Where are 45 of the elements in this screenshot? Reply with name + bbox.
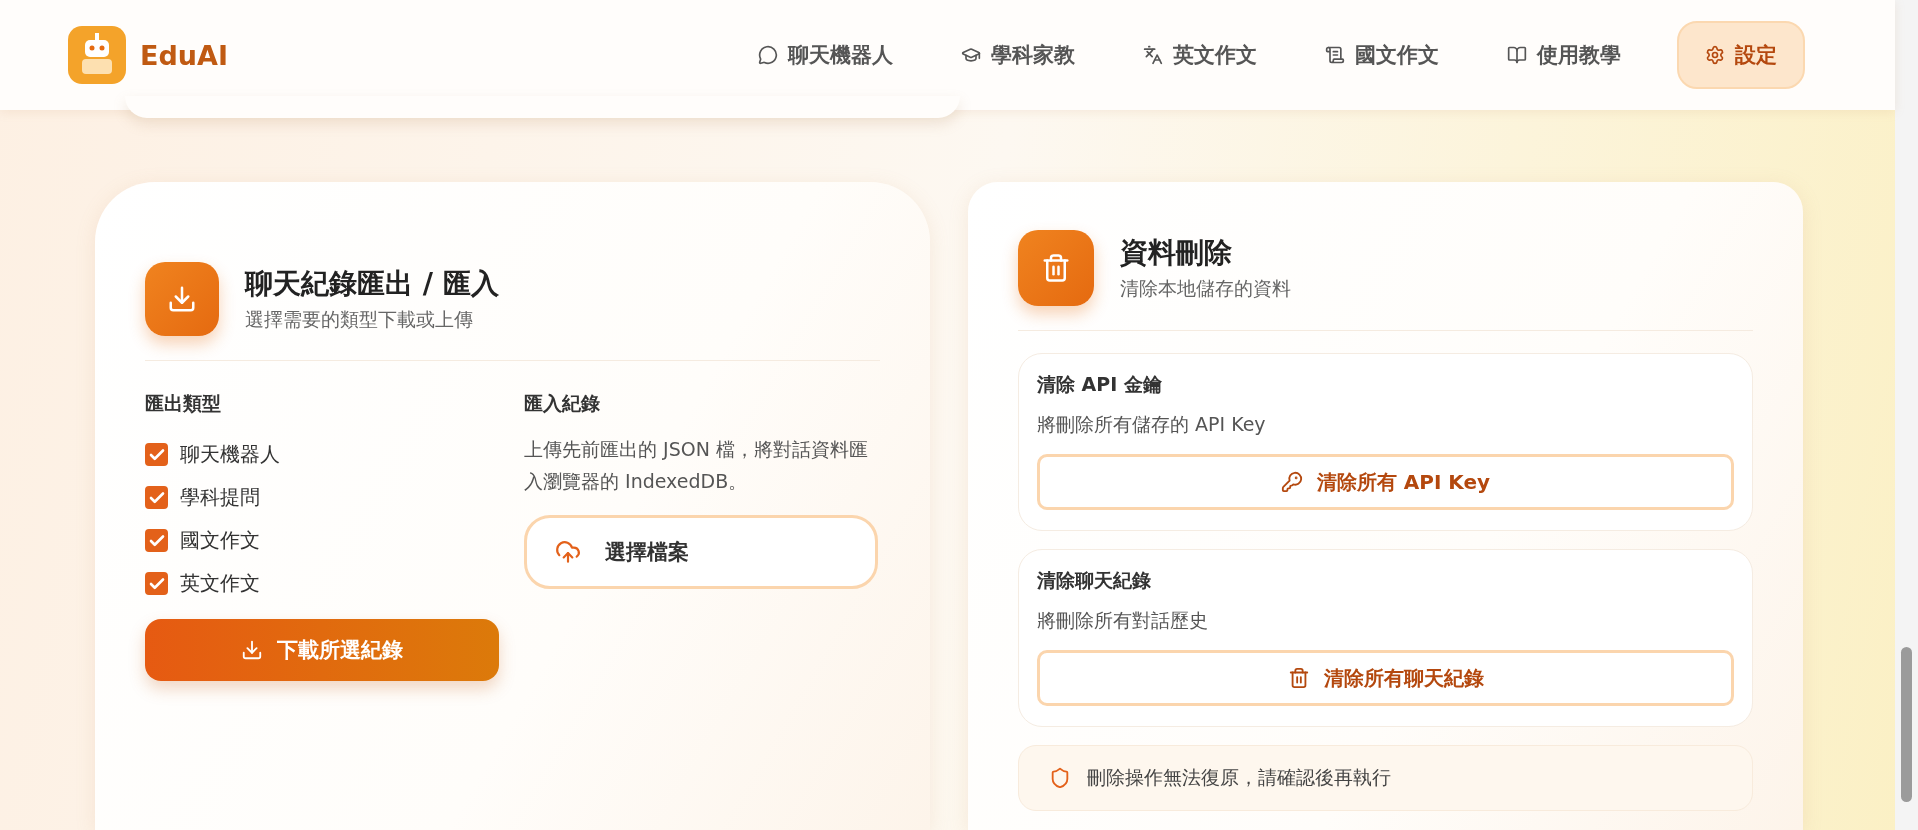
shield-icon (1049, 767, 1071, 789)
nav-tab[interactable]: 學科家教 (949, 21, 1087, 89)
brand-name: EduAI (140, 39, 228, 71)
cloud-upload-icon (555, 539, 581, 565)
clear-button[interactable]: 清除所有聊天紀錄 (1037, 650, 1734, 706)
checkbox-label: 英文作文 (180, 570, 260, 597)
nav-tab[interactable]: 設定 (1677, 21, 1805, 89)
scroll-icon (1325, 45, 1345, 65)
section-title: 清除聊天紀錄 (1037, 568, 1152, 593)
section-heading: 匯出類型 (145, 391, 222, 416)
nav-tab[interactable]: 使用教學 (1495, 21, 1633, 89)
card-title: 聊天紀錄匯出 / 匯入 (245, 266, 499, 302)
clear-button[interactable]: 清除所有 API Key (1037, 454, 1734, 510)
section-description: 將刪除所有對話歷史 (1037, 608, 1209, 633)
nav-tab[interactable]: 聊天機器人 (746, 21, 905, 89)
choose-file-button[interactable]: 選擇檔案 (524, 515, 878, 589)
section-description: 將刪除所有儲存的 API Key (1037, 412, 1267, 437)
card-subtitle: 清除本地儲存的資料 (1120, 276, 1291, 301)
checkbox[interactable] (145, 443, 168, 466)
trash-icon (1018, 230, 1094, 306)
download-icon (241, 639, 263, 661)
import-description: 上傳先前匯出的 JSON 檔，將對話資料匯入瀏覽器的 IndexedDB。 (524, 437, 869, 494)
settings-icon (1705, 45, 1725, 65)
book-icon (1507, 45, 1527, 65)
checkbox[interactable] (145, 486, 168, 509)
checkbox-label: 聊天機器人 (180, 441, 280, 468)
nav-tab[interactable]: 國文作文 (1313, 21, 1451, 89)
section-title: 清除 API 金鑰 (1037, 372, 1163, 397)
checkbox-label: 學科提問 (180, 484, 260, 511)
card-subtitle: 選擇需要的類型下載或上傳 (245, 307, 474, 332)
checkbox-label: 國文作文 (180, 527, 260, 554)
scrollbar[interactable] (1895, 0, 1918, 830)
checkbox[interactable] (145, 529, 168, 552)
chat-bubble-icon (758, 45, 778, 65)
section-heading: 匯入紀錄 (524, 391, 601, 416)
card-title: 資料刪除 (1120, 235, 1233, 271)
checkbox[interactable] (145, 572, 168, 595)
graduation-cap-icon (961, 45, 981, 65)
key-icon (1280, 471, 1303, 493)
trash-icon (1287, 667, 1310, 689)
robot-logo-icon (68, 26, 126, 84)
nav-tab[interactable]: 英文作文 (1131, 21, 1269, 89)
translate-icon (1143, 45, 1163, 65)
warning-text: 刪除操作無法復原，請確認後再執行 (1087, 765, 1391, 790)
download-icon (145, 262, 219, 336)
